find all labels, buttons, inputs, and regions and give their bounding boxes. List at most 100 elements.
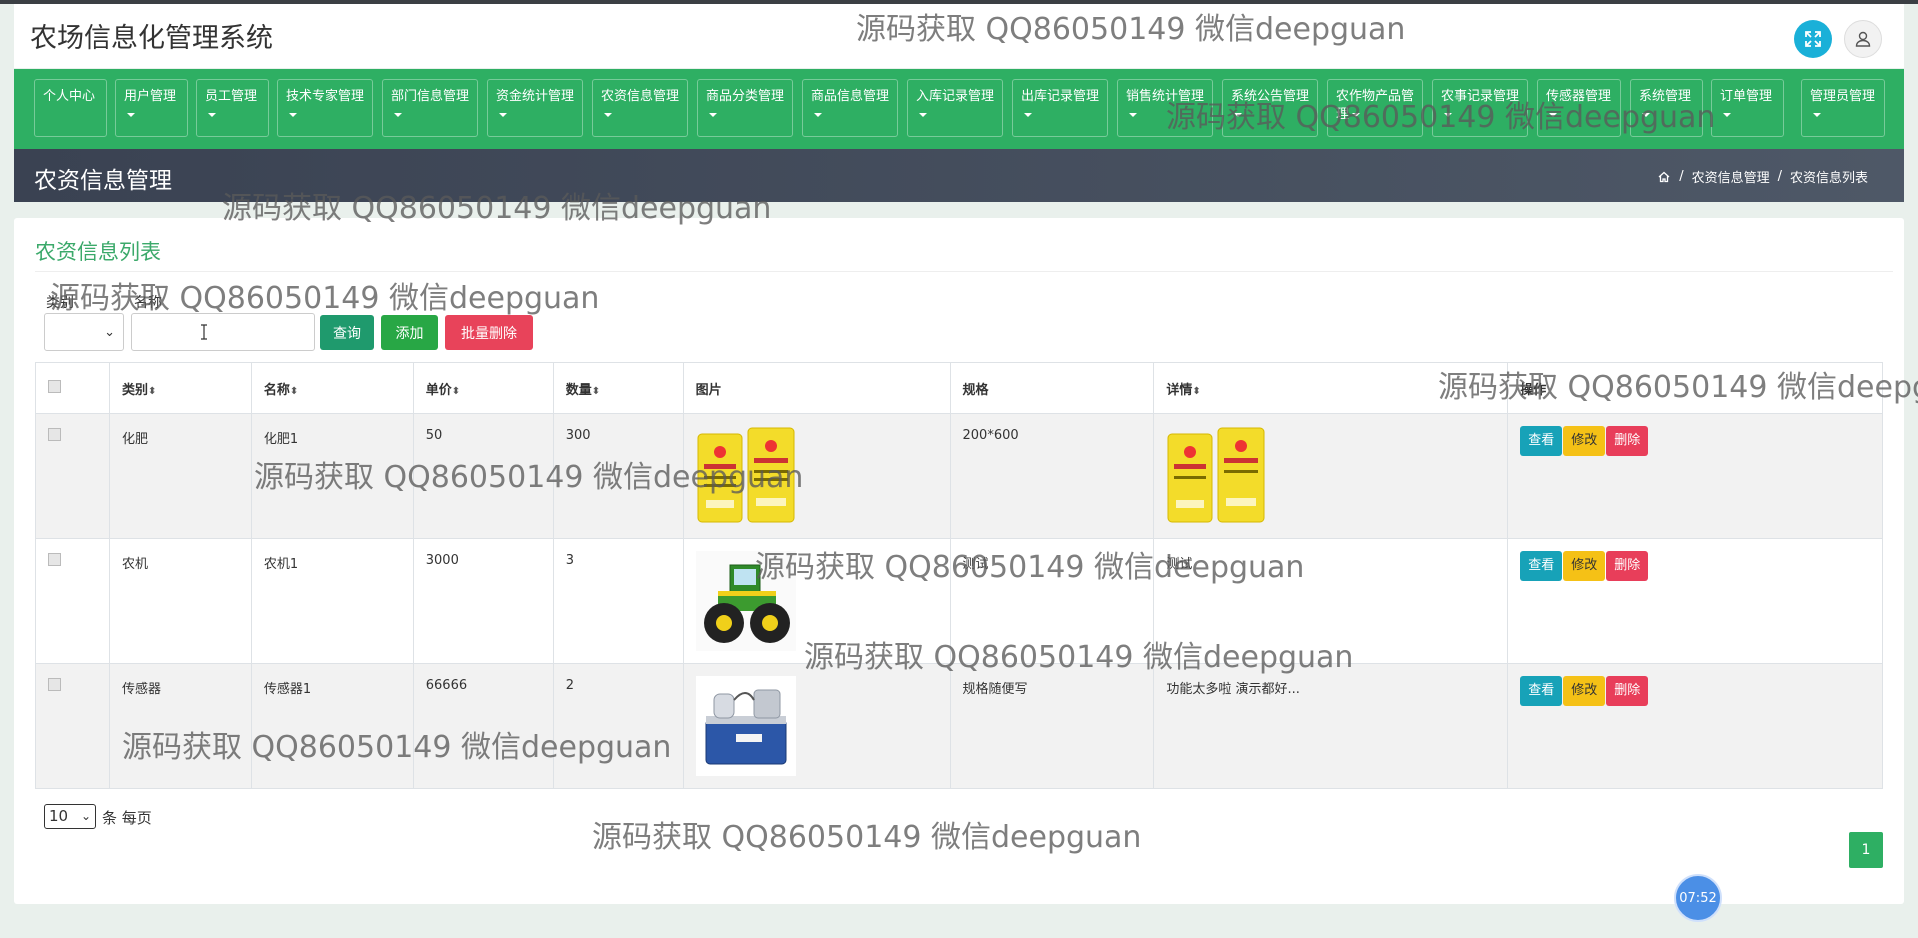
nav-item-system[interactable]: 系统管理 <box>1630 79 1703 137</box>
page-size-value: 10 <box>49 807 69 825</box>
chevron-down-icon <box>919 112 927 117</box>
breadcrumb-separator: / <box>1679 169 1684 184</box>
list-card: 农资信息列表 类别 名称 ⌄ 查询 添加 批量删除 类别⬍ 名称⬍ 单价⬍ 数量… <box>14 218 1904 904</box>
nav-item-staff[interactable]: 员工管理 <box>196 79 269 137</box>
page-header-bar: 农资信息管理 / 农资信息管理 / 农资信息列表 <box>14 149 1904 202</box>
nav-item-label: 管理员管理 <box>1810 89 1876 104</box>
chevron-down-icon <box>1813 112 1821 117</box>
nav-item-announcements[interactable]: 系统公告管理 <box>1222 79 1318 137</box>
page-size-select[interactable]: 10 ⌄ <box>44 804 96 829</box>
app-header: 农场信息化管理系统 <box>14 4 1904 68</box>
nav-item-label: 销售统计管理 <box>1126 89 1205 104</box>
nav-item-farm-supplies[interactable]: 农资信息管理 <box>592 79 688 137</box>
chevron-down-icon <box>1129 112 1137 117</box>
nav-item-funds[interactable]: 资金统计管理 <box>487 79 583 137</box>
nav-item-personal-center[interactable]: 个人中心 <box>34 79 107 137</box>
nav-item-label: 用户管理 <box>124 89 177 104</box>
nav-item-orders[interactable]: 订单管理 <box>1711 79 1784 137</box>
column-header-category[interactable]: 类别⬍ <box>108 362 252 414</box>
nav-item-label: 系统管理 <box>1639 89 1692 104</box>
add-button[interactable]: 添加 <box>381 315 438 350</box>
nav-item-label: 系统公告管理 <box>1231 89 1310 104</box>
nav-item-label: 部门信息管理 <box>391 89 470 104</box>
delete-button[interactable]: 删除 <box>1606 426 1649 456</box>
category-select[interactable]: ⌄ <box>44 313 124 351</box>
page-title: 农资信息管理 <box>34 168 172 194</box>
breadcrumb-item-current: 农资信息列表 <box>1789 171 1868 186</box>
chevron-down-icon <box>1024 112 1032 117</box>
nav-item-sensors[interactable]: 传感器管理 <box>1537 79 1621 137</box>
column-header-price[interactable]: 单价⬍ <box>412 362 554 414</box>
column-header-label: 单价 <box>425 382 452 398</box>
nav-item-stock-out[interactable]: 出库记录管理 <box>1012 79 1108 137</box>
edit-button[interactable]: 修改 <box>1563 551 1606 581</box>
nav-item-crops[interactable]: 农作物产品管理 <box>1327 79 1423 137</box>
user-menu-button[interactable] <box>1844 20 1882 58</box>
column-header-quantity[interactable]: 数量⬍ <box>552 362 684 414</box>
row-checkbox[interactable] <box>48 553 61 566</box>
nav-item-users[interactable]: 用户管理 <box>115 79 188 137</box>
nav-item-experts[interactable]: 技术专家管理 <box>277 79 373 137</box>
home-icon[interactable] <box>1657 170 1671 184</box>
sort-icon: ⬍ <box>1192 385 1201 397</box>
column-header-label: 图片 <box>695 382 722 398</box>
cell-spec: 200*600 <box>949 413 1155 539</box>
nav-item-label: 技术专家管理 <box>286 89 365 104</box>
nav-item-label: 商品信息管理 <box>811 89 890 104</box>
tractor-image <box>695 551 796 651</box>
nav-item-admins[interactable]: 管理员管理 <box>1801 79 1885 137</box>
chevron-down-icon <box>604 112 612 117</box>
top-nav-menu: 个人中心 用户管理 员工管理 技术专家管理 部门信息管理 资金统计管理 农资信息… <box>14 69 1904 149</box>
view-button[interactable]: 查看 <box>1520 676 1563 706</box>
nav-item-stock-in[interactable]: 入库记录管理 <box>907 79 1003 137</box>
sort-icon: ⬍ <box>289 385 299 397</box>
column-header-label: 类别 <box>121 382 148 398</box>
sort-icon: ⬍ <box>591 385 601 397</box>
name-search-input[interactable] <box>131 313 315 351</box>
batch-delete-button[interactable]: 批量删除 <box>445 315 533 350</box>
sensor-device-image <box>695 676 796 776</box>
chevron-down-icon <box>1642 112 1650 117</box>
cell-quantity: 3 <box>552 538 684 664</box>
column-header-label: 详情 <box>1166 382 1193 398</box>
edit-button[interactable]: 修改 <box>1563 426 1606 456</box>
chevron-down-icon: ⌄ <box>80 809 91 823</box>
fertilizer-bags-image <box>1167 427 1265 523</box>
table-row: 化肥 化肥1 50 300 200*600 查看 修改 删除 <box>35 413 1883 539</box>
pagination-page-1[interactable]: 1 <box>1849 832 1883 868</box>
query-button[interactable]: 查询 <box>320 315 374 350</box>
cell-image <box>682 413 951 539</box>
nav-item-label: 传感器管理 <box>1546 89 1612 104</box>
delete-button[interactable]: 删除 <box>1606 551 1649 581</box>
column-header-spec: 规格 <box>949 362 1155 414</box>
cell-name: 化肥1 <box>250 413 414 539</box>
floating-clock-widget[interactable]: 07:52 <box>1674 874 1722 922</box>
nav-item-products[interactable]: 商品信息管理 <box>802 79 898 137</box>
breadcrumb-item[interactable]: 农资信息管理 <box>1692 167 1770 186</box>
per-page-label: 条 每页 <box>102 809 152 827</box>
row-select-cell <box>35 413 110 539</box>
view-button[interactable]: 查看 <box>1520 426 1563 456</box>
nav-item-product-categories[interactable]: 商品分类管理 <box>697 79 793 137</box>
row-checkbox[interactable] <box>48 678 61 691</box>
breadcrumb: / 农资信息管理 / 农资信息列表 <box>1657 167 1868 186</box>
select-all-cell <box>35 362 110 414</box>
nav-item-sales-stats[interactable]: 销售统计管理 <box>1117 79 1213 137</box>
nav-item-departments[interactable]: 部门信息管理 <box>382 79 478 137</box>
delete-button[interactable]: 删除 <box>1606 676 1649 706</box>
column-header-detail[interactable]: 详情⬍ <box>1153 362 1509 414</box>
nav-item-label: 农作物产品管理 <box>1336 89 1415 122</box>
chevron-down-icon: ⌄ <box>104 325 115 340</box>
table-row: 农机 农机1 3000 3 测试 测试 查看 修改 删除 <box>35 538 1883 664</box>
nav-item-farm-records[interactable]: 农事记录管理 <box>1432 79 1528 137</box>
select-all-checkbox[interactable] <box>48 379 61 393</box>
row-checkbox[interactable] <box>48 428 61 441</box>
view-button[interactable]: 查看 <box>1520 551 1563 581</box>
nav-item-label: 农事记录管理 <box>1441 89 1520 104</box>
chevron-down-icon <box>814 112 822 117</box>
row-select-cell <box>35 538 110 664</box>
nav-item-label: 个人中心 <box>43 89 96 104</box>
edit-button[interactable]: 修改 <box>1563 676 1606 706</box>
fullscreen-button[interactable] <box>1794 20 1832 58</box>
column-header-name[interactable]: 名称⬍ <box>250 362 414 414</box>
